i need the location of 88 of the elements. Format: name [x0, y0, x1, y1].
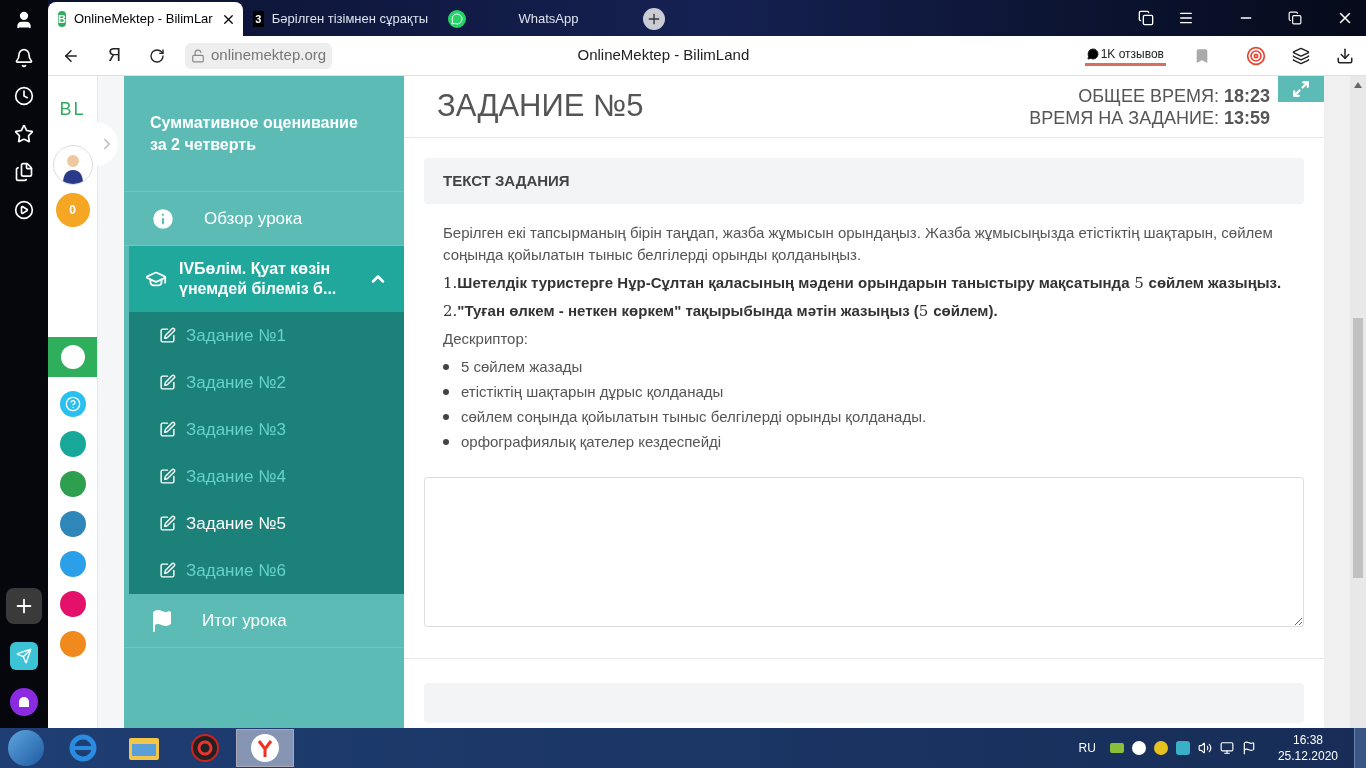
scrollbar[interactable]	[1350, 76, 1366, 728]
clock-date: 25.12.2020	[1277, 748, 1338, 764]
bullet-icon	[443, 439, 449, 445]
favicon: B	[58, 11, 66, 27]
tab-title: OnlineMektep - BilimLar	[73, 10, 213, 29]
scroll-up-icon[interactable]	[1354, 82, 1362, 88]
site-logo[interactable]: BL	[59, 96, 86, 123]
tray-icon[interactable]	[1153, 741, 1168, 755]
target-icon[interactable]	[1246, 45, 1266, 66]
taskbar-button[interactable]	[236, 729, 294, 767]
section-item[interactable]: IVБөлім. Қуат көзін үнемдей білеміз б...	[129, 246, 404, 312]
collections-icon[interactable]	[14, 162, 34, 182]
menu-icon[interactable]	[1178, 10, 1194, 26]
download-icon[interactable]	[1336, 46, 1354, 65]
app-icon[interactable]	[59, 431, 86, 457]
new-tab-button[interactable]	[643, 8, 665, 30]
task-item[interactable]: Задание №5	[129, 500, 404, 547]
plus-icon	[646, 11, 662, 27]
total-time: ОБЩЕЕ ВРЕМЯ: 18:23	[1078, 84, 1270, 107]
app-icon[interactable]	[59, 511, 86, 537]
send-icon[interactable]	[10, 642, 38, 670]
task-option: 2."Туған өлкем - неткен көркем" тақырыбында мәтін жазыңыз (5 сөйлем).	[443, 300, 1285, 322]
task-time: ВРЕМЯ НА ЗАДАНИЕ: 13:59	[1029, 106, 1270, 129]
browser-logo-icon	[251, 734, 279, 762]
lock-icon	[191, 48, 205, 63]
tray-icon[interactable]	[1109, 743, 1124, 753]
browser-tab[interactable]: B OnlineMektep - BilimLar	[48, 2, 243, 36]
task-item[interactable]: Задание №1	[129, 312, 404, 359]
star-icon[interactable]	[14, 124, 34, 144]
edit-icon	[159, 374, 176, 391]
points-badge: 0	[55, 193, 90, 227]
yandex-button[interactable]: Я	[108, 42, 121, 69]
scrollbar-thumb[interactable]	[1353, 318, 1363, 578]
descriptor-label: Дескриптор:	[443, 329, 529, 349]
network-icon[interactable]	[1219, 741, 1234, 755]
app-tile[interactable]	[48, 337, 97, 377]
speech-bubble-icon	[1086, 48, 1099, 60]
bullet-icon	[443, 364, 449, 370]
task-item[interactable]: Задание №2	[129, 359, 404, 406]
add-icon[interactable]	[6, 588, 42, 624]
section-header: ТЕКСТ ЗАДАНИЯ	[424, 158, 1304, 204]
task-description: Берілген екі тапсырманың бірін таңдап, жазба жұмысын орындаңыз. Жазба жұмысыңызда етістіктің шақтарын, сөйлем соңында қойылатын тыныс белгілерді орынды қолданыңыз.	[443, 223, 1274, 265]
task-item[interactable]: Задание №4	[129, 453, 404, 500]
bullet-icon	[443, 414, 449, 420]
tab-title: WhatsApp	[517, 10, 580, 29]
edit-icon	[159, 515, 176, 532]
restore-icon[interactable]	[1288, 11, 1302, 25]
task-title: ЗАДАНИЕ №5	[437, 87, 644, 126]
app-icon[interactable]	[59, 551, 86, 577]
bullet-icon	[443, 389, 449, 395]
profile-icon[interactable]	[14, 10, 34, 30]
edit-icon	[159, 562, 176, 579]
summary-item[interactable]: Итог урока	[124, 594, 404, 648]
chat-icon	[448, 10, 466, 28]
descriptor-item: орфографиялық қателер кездеспейді	[461, 432, 722, 452]
language-indicator[interactable]: RU	[1078, 739, 1096, 757]
browser-icon[interactable]	[68, 733, 98, 763]
edit-icon	[159, 421, 176, 438]
volume-icon[interactable]	[1197, 741, 1212, 755]
address-field[interactable]: onlinemektep.org	[185, 42, 333, 69]
descriptor-item: сөйлем соңында қойылатын тыныс белгілерді орынды қолданады.	[461, 407, 927, 427]
flag-icon	[150, 608, 174, 633]
expand-icon	[1292, 80, 1310, 98]
clock-time: 16:38	[1292, 732, 1323, 748]
app-icon[interactable]	[59, 591, 86, 617]
bell-icon[interactable]	[14, 48, 34, 68]
assistant-icon[interactable]	[10, 688, 38, 716]
task-option: 1.Шетелдік туристерге Нұр-Сұлтан қаласының мәдени орындарын таныстыру мақсатында 5 сөйлем жазыңыз.	[443, 272, 1285, 294]
descriptor-item: етістіктің шақтарын дұрыс қолданады	[461, 382, 724, 402]
page-title: OnlineMektep - BilimLand	[576, 45, 751, 66]
favicon: 3	[253, 11, 264, 27]
clock-icon[interactable]	[14, 86, 34, 106]
task-item[interactable]: Задание №6	[129, 547, 404, 594]
descriptor-item: 5 сөйлем жазады	[461, 357, 583, 377]
browser-tab[interactable]: WhatsApp	[438, 2, 633, 36]
flag-icon[interactable]	[1241, 741, 1256, 755]
app-icon[interactable]	[59, 471, 86, 497]
task-item[interactable]: Задание №3	[129, 406, 404, 453]
reviews-button[interactable]: 1K отзывов	[1084, 45, 1166, 66]
edit-icon	[159, 468, 176, 485]
start-button[interactable]	[8, 730, 44, 766]
edit-icon	[159, 327, 176, 344]
tray-icon[interactable]	[1131, 741, 1146, 755]
reload-icon[interactable]	[149, 47, 165, 64]
course-title: Суммативное оценивание за 2 четверть	[150, 112, 359, 155]
tab-title: Бәрілген тізімнен сұрақты	[271, 10, 428, 29]
browser-tab[interactable]: 3 Бәрілген тізімнен сұрақты	[243, 2, 438, 36]
play-icon[interactable]	[14, 200, 34, 220]
